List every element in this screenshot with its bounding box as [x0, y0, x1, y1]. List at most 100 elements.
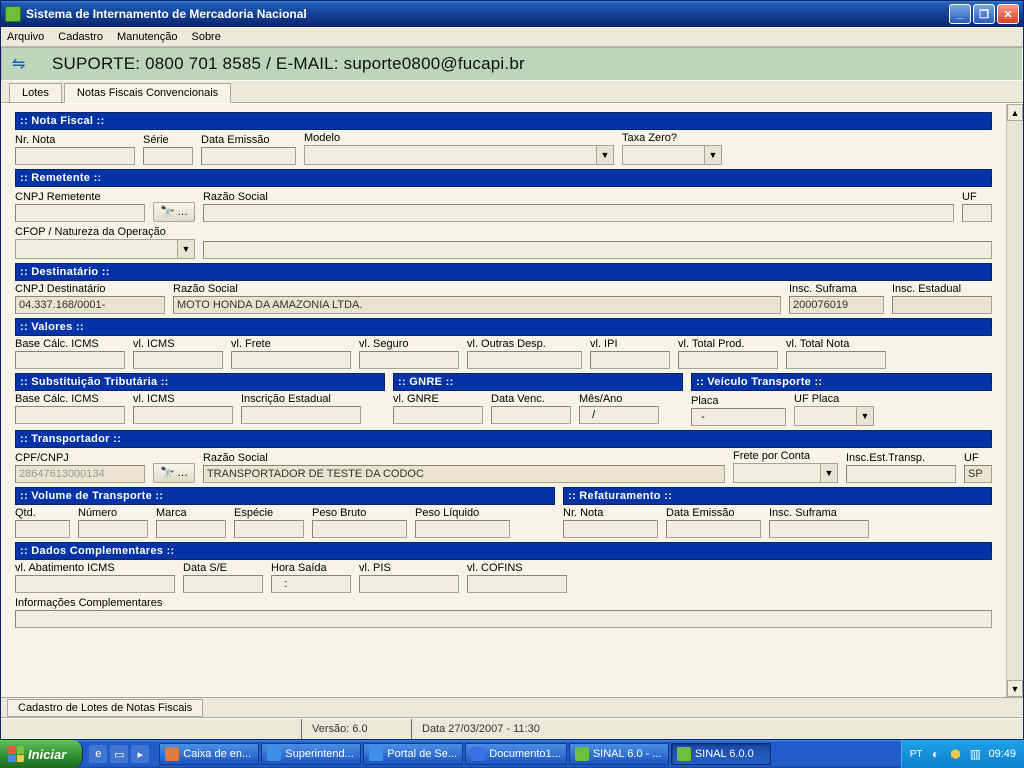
- input-st-vl-icms[interactable]: [133, 406, 233, 424]
- input-qtd[interactable]: [15, 520, 70, 538]
- menu-manutencao[interactable]: Manutenção: [117, 31, 178, 43]
- lbl-transp-uf: UF: [964, 452, 992, 464]
- input-numero[interactable]: [78, 520, 148, 538]
- tray-network-icon[interactable]: ▥: [968, 747, 982, 761]
- chevron-down-icon[interactable]: ▼: [856, 407, 873, 425]
- vertical-scrollbar[interactable]: ▲ ▼: [1006, 104, 1023, 697]
- windows-logo-icon: [8, 746, 24, 762]
- input-placa[interactable]: [691, 408, 786, 426]
- input-data-venc[interactable]: [491, 406, 571, 424]
- minimize-button[interactable]: _: [949, 4, 971, 24]
- desktop-icon[interactable]: ▭: [110, 745, 128, 763]
- input-transp-cnpj: [15, 465, 145, 483]
- combo-cfop[interactable]: ▼: [15, 239, 195, 259]
- lang-indicator[interactable]: PT: [910, 749, 923, 760]
- input-refat-suframa[interactable]: [769, 520, 869, 538]
- input-base-icms[interactable]: [15, 351, 125, 369]
- section-refaturamento: :: Refaturamento ::: [563, 487, 992, 505]
- input-marca[interactable]: [156, 520, 226, 538]
- input-vl-gnre[interactable]: [393, 406, 483, 424]
- combo-taxa-zero[interactable]: ▼: [622, 145, 722, 165]
- lbl-refat-nr: Nr. Nota: [563, 507, 658, 519]
- lbl-modelo: Modelo: [304, 132, 614, 144]
- input-vl-ipi[interactable]: [590, 351, 670, 369]
- section-transportador: :: Transportador ::: [15, 430, 992, 448]
- chevron-down-icon[interactable]: ▼: [596, 146, 613, 164]
- lbl-cfop: CFOP / Natureza da Operação: [15, 226, 195, 238]
- task-button[interactable]: Documento1...: [465, 743, 567, 765]
- input-serie[interactable]: [143, 147, 193, 165]
- search-transp-button[interactable]: 🔭…: [153, 463, 195, 483]
- task-button[interactable]: Portal de Se...: [363, 743, 463, 765]
- search-remetente-button[interactable]: 🔭…: [153, 202, 195, 222]
- input-vl-frete[interactable]: [231, 351, 351, 369]
- lbl-vl-frete: vl. Frete: [231, 338, 351, 350]
- input-refat-data[interactable]: [666, 520, 761, 538]
- combo-uf-placa[interactable]: ▼: [794, 406, 874, 426]
- input-refat-nr[interactable]: [563, 520, 658, 538]
- ie-icon[interactable]: e: [89, 745, 107, 763]
- input-data-emissao[interactable]: [201, 147, 296, 165]
- task-button[interactable]: Superintend...: [261, 743, 361, 765]
- input-vl-outras[interactable]: [467, 351, 582, 369]
- task-button[interactable]: SINAL 6.0 - ...: [569, 743, 669, 765]
- input-cfop-desc[interactable]: [203, 241, 992, 259]
- input-cnpj-remetente[interactable]: [15, 204, 145, 222]
- input-nr-nota[interactable]: [15, 147, 135, 165]
- input-st-insc-est[interactable]: [241, 406, 361, 424]
- scroll-up-icon[interactable]: ▲: [1007, 104, 1023, 121]
- input-vl-abat[interactable]: [15, 575, 175, 593]
- input-st-base-icms[interactable]: [15, 406, 125, 424]
- bottom-tab-area: Cadastro de Lotes de Notas Fiscais: [1, 697, 1023, 717]
- tray-icon[interactable]: ◐: [928, 747, 942, 761]
- section-veiculo: :: Veículo Transporte ::: [691, 373, 992, 391]
- tab-notas-fiscais[interactable]: Notas Fiscais Convencionais: [64, 83, 231, 103]
- scroll-down-icon[interactable]: ▼: [1007, 680, 1023, 697]
- binoculars-icon: 🔭: [160, 466, 175, 480]
- lbl-razao-social-dest: Razão Social: [173, 283, 781, 295]
- input-hora-saida[interactable]: [271, 575, 351, 593]
- combo-modelo[interactable]: ▼: [304, 145, 614, 165]
- input-vl-total-prod[interactable]: [678, 351, 778, 369]
- window-title: Sistema de Internamento de Mercadoria Na…: [26, 7, 949, 21]
- input-especie[interactable]: [234, 520, 304, 538]
- input-vl-seguro[interactable]: [359, 351, 459, 369]
- input-data-se[interactable]: [183, 575, 263, 593]
- input-razao-social-dest: [173, 296, 781, 314]
- lbl-base-icms: Base Cálc. ICMS: [15, 338, 125, 350]
- lbl-uf-placa: UF Placa: [794, 393, 874, 405]
- support-text: SUPORTE: 0800 701 8585 / E-MAIL: suporte…: [52, 54, 525, 74]
- input-vl-icms[interactable]: [133, 351, 223, 369]
- task-button[interactable]: Caixa de en...: [159, 743, 259, 765]
- input-info-comp[interactable]: [15, 610, 992, 628]
- menu-sobre[interactable]: Sobre: [191, 31, 220, 43]
- input-peso-bruto[interactable]: [312, 520, 407, 538]
- menu-cadastro[interactable]: Cadastro: [58, 31, 103, 43]
- input-vl-pis[interactable]: [359, 575, 459, 593]
- task-button[interactable]: SINAL 6.0.0: [671, 743, 771, 765]
- input-insc-est-transp[interactable]: [846, 465, 956, 483]
- task-buttons: Caixa de en...Superintend...Portal de Se…: [155, 743, 900, 765]
- input-uf-rem[interactable]: [962, 204, 992, 222]
- input-transp-razao: [203, 465, 725, 483]
- input-vl-cofins[interactable]: [467, 575, 567, 593]
- input-peso-liquido[interactable]: [415, 520, 510, 538]
- close-button[interactable]: ✕: [997, 4, 1019, 24]
- chevron-down-icon[interactable]: ▼: [177, 240, 194, 258]
- chevron-down-icon[interactable]: ▼: [704, 146, 721, 164]
- tab-cadastro-lotes[interactable]: Cadastro de Lotes de Notas Fiscais: [7, 699, 203, 717]
- start-button[interactable]: Iniciar: [0, 740, 83, 768]
- media-icon[interactable]: ▸: [131, 745, 149, 763]
- lbl-vl-seguro: vl. Seguro: [359, 338, 459, 350]
- task-app-icon: [575, 747, 589, 761]
- menu-arquivo[interactable]: Arquivo: [7, 31, 44, 43]
- input-vl-total-nota[interactable]: [786, 351, 886, 369]
- tray-shield-icon[interactable]: ⬢: [948, 747, 962, 761]
- chevron-down-icon[interactable]: ▼: [820, 464, 837, 482]
- tab-lotes[interactable]: Lotes: [9, 83, 62, 102]
- combo-frete-conta[interactable]: ▼: [733, 463, 838, 483]
- maximize-button[interactable]: ❐: [973, 4, 995, 24]
- input-razao-social-rem[interactable]: [203, 204, 954, 222]
- input-mes-ano[interactable]: [579, 406, 659, 424]
- lbl-taxa-zero: Taxa Zero?: [622, 132, 722, 144]
